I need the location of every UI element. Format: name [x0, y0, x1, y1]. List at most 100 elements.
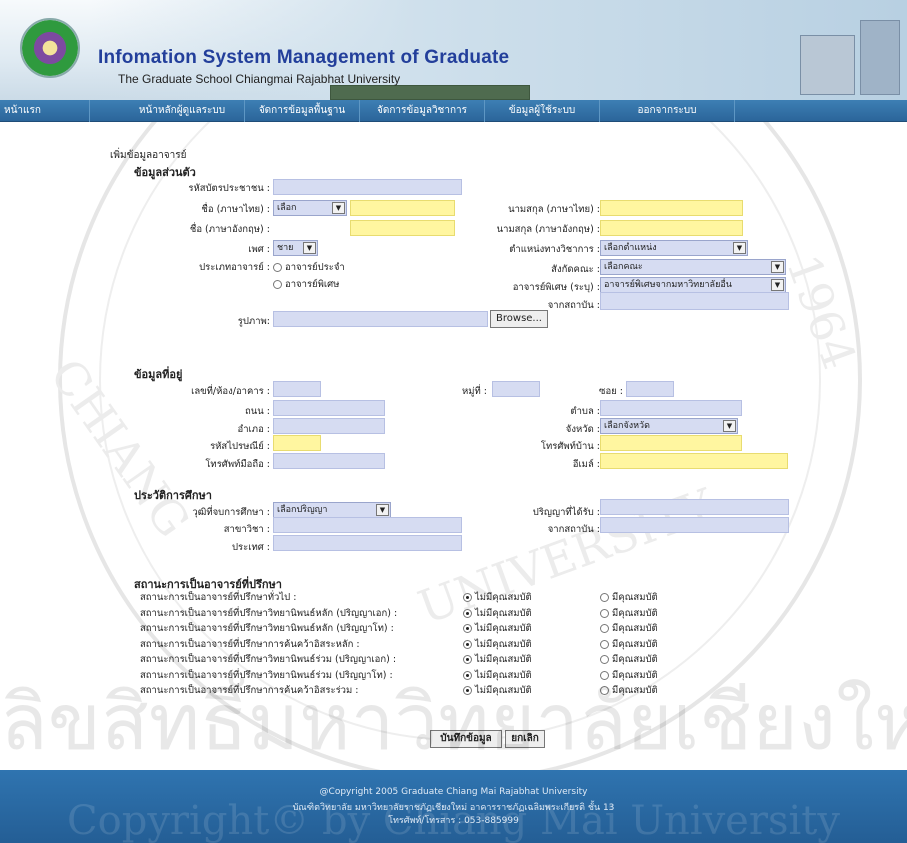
prefix-select[interactable]: เลือก ▼ — [273, 200, 347, 216]
academic-position-value: เลือกตำแหน่ง — [604, 243, 657, 253]
special-teacher-select[interactable]: อาจารย์พิเศษจากมหาวิทยาลัยอื่น ▼ — [600, 277, 786, 293]
chevron-down-icon: ▼ — [332, 202, 345, 214]
major-input[interactable] — [273, 517, 462, 533]
amphoe-label: อำเภอ : — [237, 424, 270, 435]
house-input[interactable] — [273, 381, 321, 397]
advisor-yes-option[interactable]: มีคุณสมบัติ — [600, 683, 658, 698]
radio-icon[interactable] — [600, 593, 609, 602]
degree-input[interactable] — [600, 499, 789, 515]
radio-selected-icon[interactable] — [463, 670, 472, 680]
mobile-input[interactable] — [273, 453, 385, 469]
advisor-yes-option[interactable]: มีคุณสมบัติ — [600, 668, 658, 683]
radio-selected-icon[interactable] — [463, 624, 472, 633]
type-special-option[interactable]: อาจารย์พิเศษ — [273, 277, 339, 292]
advisor-yes-label: มีคุณสมบัติ — [612, 623, 658, 634]
nav-basic-data[interactable]: จัดการข้อมูลพื้นฐาน — [245, 100, 360, 122]
chevron-down-icon: ▼ — [376, 504, 389, 516]
degree-level-label: วุฒิที่จบการศึกษา : — [192, 507, 270, 518]
radio-icon[interactable] — [273, 280, 282, 289]
degree-label: ปริญญาที่ได้รับ : — [532, 507, 600, 518]
advisor-no-option[interactable]: ไม่มีคุณสมบัติ — [463, 637, 532, 652]
province-label: จังหวัด : — [565, 424, 600, 435]
from-institution-input[interactable] — [600, 292, 789, 310]
amphoe-input[interactable] — [273, 418, 385, 434]
radio-selected-icon[interactable] — [463, 655, 472, 664]
advisor-row-label: สถานะการเป็นอาจารย์ที่ปรึกษาวิทยานิพนธ์ห… — [140, 623, 394, 634]
site-title: Infomation System Management of Graduate — [98, 47, 510, 68]
photo-label: รูปภาพ: — [237, 316, 270, 327]
advisor-yes-label: มีคุณสมบัติ — [612, 685, 658, 696]
save-button[interactable]: บันทึกข้อมูล — [430, 730, 502, 748]
degree-level-select[interactable]: เลือกปริญญา ▼ — [273, 502, 391, 518]
radio-icon[interactable] — [600, 624, 609, 633]
browse-button[interactable]: Browse... — [490, 310, 548, 328]
advisor-row-label: สถานะการเป็นอาจารย์ที่ปรึกษาวิทยานิพนธ์ร… — [140, 654, 397, 665]
cancel-button[interactable]: ยกเลิก — [505, 730, 545, 748]
advisor-yes-option[interactable]: มีคุณสมบัติ — [600, 637, 658, 652]
email-label: อีเมล์ : — [572, 459, 600, 470]
advisor-yes-label: มีคุณสมบัติ — [612, 638, 658, 650]
advisor-no-option[interactable]: ไม่มีคุณสมบัติ — [463, 683, 532, 698]
type-regular-option[interactable]: อาจารย์ประจำ — [273, 260, 345, 275]
advisor-row-label: สถานะการเป็นอาจารย์ที่ปรึกษาการค้นคว้าอิ… — [140, 685, 359, 696]
advisor-no-option[interactable]: ไม่มีคุณสมบัติ — [463, 652, 532, 667]
advisor-no-label: ไม่มีคุณสมบัติ — [475, 654, 532, 665]
degree-level-value: เลือกปริญญา — [277, 505, 328, 515]
moo-label: หมู่ที่ : — [461, 386, 487, 397]
radio-icon[interactable] — [600, 639, 609, 649]
advisor-yes-option[interactable]: มีคุณสมบัติ — [600, 652, 658, 667]
surname-en-input[interactable] — [600, 220, 743, 236]
name-th-input[interactable] — [350, 200, 455, 216]
nav-users[interactable]: ข้อมูลผู้ใช้ระบบ — [485, 100, 600, 122]
type-special-label: อาจารย์พิเศษ — [285, 279, 340, 290]
id-card-input[interactable] — [273, 179, 462, 195]
province-select[interactable]: เลือกจังหวัด ▼ — [600, 418, 738, 434]
surname-th-input[interactable] — [600, 200, 743, 216]
nav-admin-home[interactable]: หน้าหลักผู้ดูแลระบบ — [120, 100, 245, 122]
email-input[interactable] — [600, 453, 788, 469]
radio-icon[interactable] — [600, 608, 609, 618]
country-input[interactable] — [273, 535, 462, 551]
name-en-input[interactable] — [350, 220, 455, 236]
nav-home[interactable]: หน้าแรก — [0, 100, 90, 122]
moo-input[interactable] — [492, 381, 540, 397]
home-phone-label: โทรศัพท์บ้าน : — [540, 441, 600, 452]
advisor-no-option[interactable]: ไม่มีคุณสมบัติ — [463, 590, 532, 605]
academic-position-select[interactable]: เลือกตำแหน่ง ▼ — [600, 240, 748, 256]
advisor-yes-option[interactable]: มีคุณสมบัติ — [600, 606, 658, 621]
radio-selected-icon[interactable] — [463, 639, 472, 649]
nav-logout[interactable]: ออกจากระบบ — [600, 100, 735, 122]
postcode-input[interactable] — [273, 435, 321, 451]
radio-icon[interactable] — [600, 686, 609, 695]
advisor-no-option[interactable]: ไม่มีคุณสมบัติ — [463, 621, 532, 636]
advisor-row-label: สถานะการเป็นอาจารย์ที่ปรึกษาวิทยานิพนธ์ร… — [140, 669, 393, 681]
radio-selected-icon[interactable] — [463, 608, 472, 618]
photo-file-input[interactable] — [273, 311, 488, 327]
radio-icon[interactable] — [273, 263, 282, 272]
tambon-label: ตำบล : — [570, 406, 600, 417]
soi-input[interactable] — [626, 381, 674, 397]
watermark-thai-text: ลิขสิทธิ์มหาวิทยาลัยเชียงใหม่ — [0, 678, 907, 768]
advisor-no-option[interactable]: ไม่มีคุณสมบัติ — [463, 668, 532, 683]
nav-academic-data[interactable]: จัดการข้อมูลวิชาการ — [360, 100, 485, 122]
name-th-label: ชื่อ (ภาษาไทย) : — [201, 204, 270, 215]
major-label: สาขาวิชา : — [223, 524, 270, 535]
home-phone-input[interactable] — [600, 435, 742, 451]
advisor-no-option[interactable]: ไม่มีคุณสมบัติ — [463, 606, 532, 621]
institution-input[interactable] — [600, 517, 789, 533]
radio-icon[interactable] — [600, 655, 609, 664]
tambon-input[interactable] — [600, 400, 742, 416]
surname-en-label: นามสกุล (ภาษาอังกฤษ) : — [496, 224, 600, 235]
radio-icon[interactable] — [600, 670, 609, 680]
road-input[interactable] — [273, 400, 385, 416]
radio-selected-icon[interactable] — [463, 593, 472, 602]
advisor-yes-option[interactable]: มีคุณสมบัติ — [600, 621, 658, 636]
advisor-yes-option[interactable]: มีคุณสมบัติ — [600, 590, 658, 605]
advisor-row-label: สถานะการเป็นอาจารย์ที่ปรึกษาวิทยานิพนธ์ห… — [140, 607, 398, 619]
advisor-row-label: สถานะการเป็นอาจารย์ที่ปรึกษาทั่วไป : — [140, 592, 297, 603]
radio-selected-icon[interactable] — [463, 686, 472, 695]
teacher-type-label: ประเภทอาจารย์ : — [199, 262, 270, 273]
faculty-select[interactable]: เลือกคณะ ▼ — [600, 259, 786, 275]
mobile-label: โทรศัพท์มือถือ : — [205, 459, 270, 470]
gender-select[interactable]: ชาย ▼ — [273, 240, 318, 256]
